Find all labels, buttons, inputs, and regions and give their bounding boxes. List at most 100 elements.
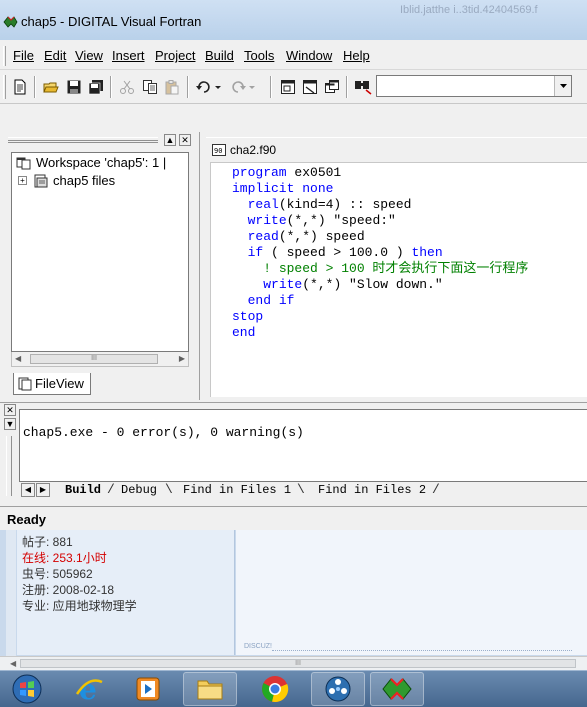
tree-item-workspace[interactable]: Workspace 'chap5': 1 | xyxy=(16,155,166,170)
code-line[interactable]: write(*,*) "speed:" xyxy=(232,213,396,229)
taskbar-visual-fortran[interactable] xyxy=(370,672,424,706)
tree-item-chap5-files[interactable]: + chap5 files xyxy=(18,173,115,188)
post-content-area: DISCUZ! xyxy=(236,530,587,655)
menu-insert[interactable]: Insert xyxy=(112,48,145,63)
code-keyword: then xyxy=(411,245,443,260)
scroll-left-icon[interactable]: ◀ xyxy=(15,354,21,363)
menu-project[interactable]: Project xyxy=(155,48,195,63)
cut-icon xyxy=(120,80,134,94)
toolbar-separator xyxy=(34,76,36,98)
paste-icon xyxy=(165,80,179,95)
code-line[interactable]: program ex0501 xyxy=(232,165,341,181)
menu-tools[interactable]: Tools xyxy=(244,48,274,63)
tabs-next-button[interactable]: ▶ xyxy=(36,483,50,497)
code-line[interactable]: stop xyxy=(232,309,263,325)
code-keyword: end if xyxy=(247,293,295,308)
menu-window-label: Window xyxy=(286,48,333,63)
document-title-bar[interactable]: 90 cha2.f90 xyxy=(206,137,587,161)
web-page-margin xyxy=(6,530,16,670)
taskbar-file-explorer[interactable] xyxy=(183,672,237,706)
pane-restore-button[interactable]: ▲ xyxy=(164,134,176,146)
code-keyword: write xyxy=(263,277,303,292)
menu-project-label: Project xyxy=(155,48,196,63)
menu-build[interactable]: Build xyxy=(205,48,234,63)
visual-fortran-app-icon xyxy=(3,16,18,28)
code-text: (*,*) "speed:" xyxy=(286,213,396,228)
paste-button[interactable] xyxy=(161,76,183,98)
code-text: (kind=4) :: speed xyxy=(278,197,412,212)
tab-find-in-files-2[interactable]: Find in Files 2 xyxy=(318,483,426,497)
open-folder-icon xyxy=(43,82,59,93)
new-text-file-button[interactable] xyxy=(9,76,31,98)
save-button[interactable] xyxy=(63,76,85,98)
status-bar: Ready xyxy=(0,506,587,530)
taskbar-media-player[interactable] xyxy=(121,672,175,706)
menu-edit[interactable]: Edit xyxy=(44,48,66,63)
code-line[interactable]: implicit none xyxy=(232,181,333,197)
menu-help-label: Help xyxy=(343,48,370,63)
workspace-toggle-button[interactable] xyxy=(277,76,299,98)
browser-scroll-thumb[interactable]: III xyxy=(20,659,576,668)
code-keyword: implicit none xyxy=(232,181,334,196)
output-toggle-button[interactable] xyxy=(299,76,321,98)
start-orb-icon xyxy=(12,674,42,704)
build-output[interactable]: chap5.exe - 0 error(s), 0 warning(s) xyxy=(19,409,587,482)
code-line[interactable]: write(*,*) "Slow down." xyxy=(232,277,442,293)
menu-edit-label: Edit xyxy=(44,48,67,63)
start-button[interactable] xyxy=(2,672,52,706)
redo-button[interactable] xyxy=(228,76,258,98)
output-restore-button[interactable]: ▼ xyxy=(4,418,16,430)
profile-user-id: 虫号: 505962 xyxy=(22,567,93,581)
tab-debug[interactable]: Debug xyxy=(121,483,157,497)
tab-fileview[interactable]: FileView xyxy=(13,373,91,395)
code-editor[interactable]: program ex0501 implicit none real(kind=4)… xyxy=(210,162,587,397)
workspace-horizontal-scrollbar[interactable]: ◀ III ▶ xyxy=(11,352,189,367)
code-keyword: program xyxy=(232,165,287,180)
scroll-right-icon[interactable]: ▶ xyxy=(179,354,185,363)
menu-help[interactable]: Help xyxy=(343,48,370,63)
tabs-prev-button[interactable]: ◀ xyxy=(21,483,35,497)
taskbar-media-center[interactable] xyxy=(311,672,365,706)
tree-expander[interactable]: + xyxy=(18,176,27,185)
tab-find-in-files-1[interactable]: Find in Files 1 xyxy=(183,483,291,497)
scroll-thumb-grip: III xyxy=(91,355,97,362)
find-in-files-button[interactable] xyxy=(352,76,374,98)
save-all-button[interactable] xyxy=(85,76,107,98)
copy-button[interactable] xyxy=(139,76,161,98)
output-close-button[interactable]: ✕ xyxy=(4,404,16,416)
code-line[interactable]: if ( speed > 100.0 ) then xyxy=(232,245,443,261)
find-combo[interactable] xyxy=(376,75,572,97)
taskbar-internet-explorer[interactable]: e xyxy=(62,672,116,706)
cut-button[interactable] xyxy=(116,76,138,98)
menu-window[interactable]: Window xyxy=(286,48,332,63)
profile-online-time: 在线: 253.1小时 xyxy=(22,551,107,565)
taskbar-chrome[interactable] xyxy=(248,672,302,706)
pane-close-button[interactable]: ✕ xyxy=(179,134,191,146)
open-button[interactable] xyxy=(40,76,62,98)
output-pane-gripper[interactable] xyxy=(6,436,12,496)
code-line[interactable]: ! speed > 100 时才会执行下面这一行程序 xyxy=(232,261,528,277)
code-line[interactable]: end if xyxy=(232,293,295,309)
scroll-thumb[interactable]: III xyxy=(30,354,158,364)
code-line[interactable]: read(*,*) speed xyxy=(232,229,365,245)
window-list-button[interactable] xyxy=(321,76,343,98)
scroll-left-icon[interactable]: ◀ xyxy=(10,659,16,668)
status-text: Ready xyxy=(7,512,47,527)
tab-build[interactable]: Build xyxy=(65,483,101,497)
profile-major: 专业: 应用地球物理学 xyxy=(22,599,137,613)
menu-view[interactable]: View xyxy=(75,48,103,63)
browser-horizontal-scrollbar[interactable]: ◀ III xyxy=(0,656,587,670)
menu-file[interactable]: File xyxy=(13,48,34,63)
toolbar-grip[interactable] xyxy=(3,75,6,99)
menu-bar-grip[interactable] xyxy=(3,46,6,66)
undo-icon xyxy=(196,81,221,93)
find-in-files-icon xyxy=(355,81,372,95)
build-result-text: chap5.exe - 0 error(s), 0 warning(s) xyxy=(23,425,304,440)
undo-button[interactable] xyxy=(194,76,224,98)
combo-dropdown-button[interactable] xyxy=(554,76,571,96)
code-text: ( speed > 100.0 ) xyxy=(263,245,412,260)
code-line[interactable]: end xyxy=(232,325,255,341)
code-line[interactable]: real(kind=4) :: speed xyxy=(232,197,412,213)
copy-icon xyxy=(143,80,157,94)
code-keyword: stop xyxy=(232,309,264,324)
